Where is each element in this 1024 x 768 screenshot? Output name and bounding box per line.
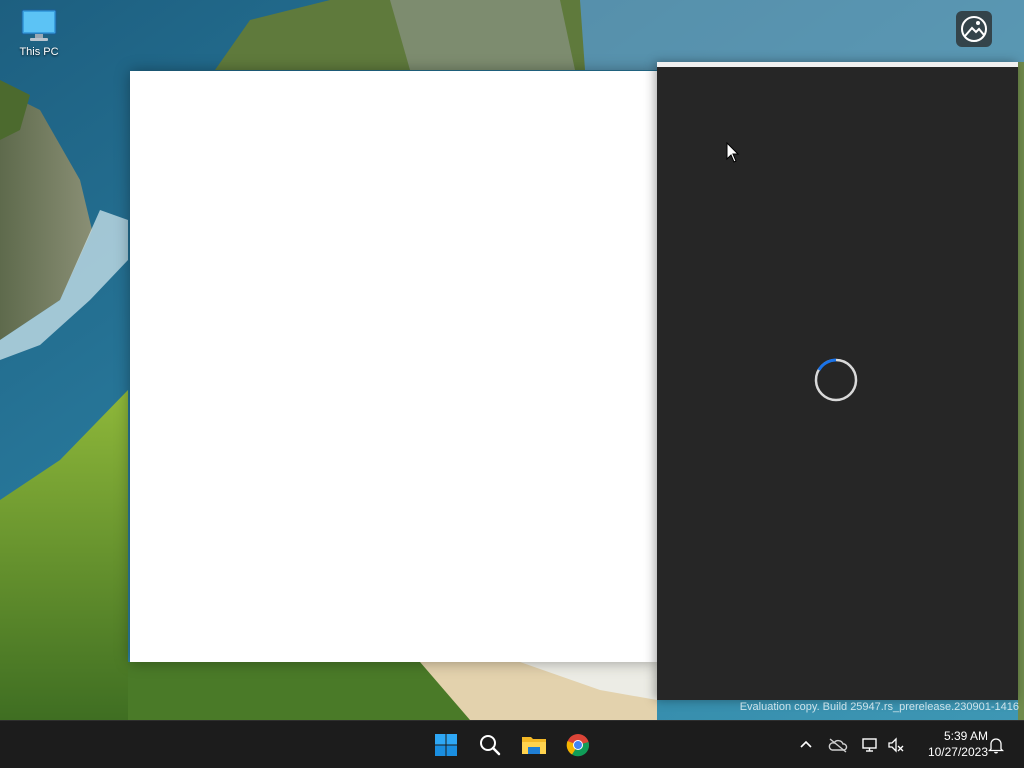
search-button[interactable]	[470, 725, 510, 765]
network-icon	[862, 738, 877, 752]
desktop[interactable]: This PC Evaluation copy. Build 25947.rs_…	[0, 0, 1024, 720]
chevron-up-icon	[800, 740, 812, 748]
photos-corner-button[interactable]	[956, 11, 992, 47]
loading-side-panel[interactable]	[657, 62, 1018, 700]
folder-icon	[522, 737, 546, 754]
chrome-button[interactable]	[558, 725, 598, 765]
clock-button[interactable]: 5:39 AM 10/27/2023	[912, 728, 988, 760]
start-button[interactable]	[426, 725, 466, 765]
clock-date: 10/27/2023	[927, 745, 988, 759]
file-explorer-button[interactable]	[514, 725, 554, 765]
volume-muted-icon	[888, 737, 904, 753]
desktop-icon-this-pc[interactable]: This PC	[14, 8, 64, 58]
build-watermark: Evaluation copy. Build 25947.rs_prerelea…	[739, 701, 1019, 713]
photos-icon	[961, 16, 987, 42]
bell-icon	[988, 738, 1004, 754]
cloud-off-icon	[828, 738, 848, 753]
search-icon	[480, 735, 501, 756]
windows-logo-icon	[435, 734, 457, 756]
blank-app-window[interactable]	[130, 71, 657, 662]
notifications-button[interactable]	[984, 733, 1008, 757]
monitor-icon	[21, 9, 57, 41]
taskbar: 5:39 AM 10/27/2023	[0, 720, 1024, 768]
desktop-icon-label: This PC	[19, 46, 59, 58]
onedrive-tray-button[interactable]	[826, 733, 850, 757]
show-hidden-icons-button[interactable]	[794, 733, 818, 757]
loading-spinner-icon	[814, 358, 858, 402]
volume-tray-button[interactable]	[884, 733, 908, 757]
mouse-cursor-icon	[726, 142, 740, 163]
network-tray-button[interactable]	[858, 733, 882, 757]
clock-time: 5:39 AM	[943, 729, 988, 743]
chrome-icon	[566, 734, 590, 757]
